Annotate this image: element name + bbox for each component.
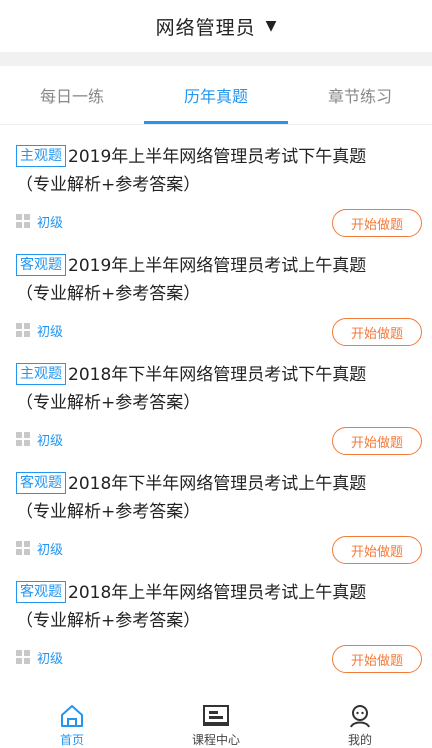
- exam-title: 客观题 2018年下半年网络管理员考试上午真题: [16, 470, 432, 498]
- exam-title-text: 2019年上半年网络管理员考试下午真题: [68, 147, 367, 167]
- nav-home-label: 首页: [59, 733, 84, 747]
- exam-subtitle: （专业解析+参考答案）: [16, 284, 201, 304]
- level-label: 初级: [37, 324, 64, 340]
- level-label: 初级: [37, 651, 64, 667]
- list-item[interactable]: 客观题 2018年上半年网络管理员考试上午真题 （专业解析+参考答案） 初级 开始…: [16, 561, 432, 673]
- exam-subtitle: （专业解析+参考答案）: [16, 393, 201, 413]
- nav-course-center[interactable]: 课程中心: [144, 698, 288, 748]
- nav-course-label: 课程中心: [191, 733, 240, 747]
- exam-subtitle: （专业解析+参考答案）: [16, 175, 201, 195]
- profile-icon: [347, 702, 373, 729]
- exam-title: 主观题 2019年上半年网络管理员考试下午真题: [16, 143, 432, 171]
- start-practice-button[interactable]: 开始做题: [332, 427, 422, 455]
- dropdown-caret-icon[interactable]: ▼: [266, 18, 277, 34]
- list-item[interactable]: 主观题 2018年下半年网络管理员考试下午真题 （专业解析+参考答案） 初级 开始…: [16, 343, 432, 455]
- level-grid-icon: [16, 432, 30, 446]
- tab-daily-practice[interactable]: 每日一练: [0, 66, 144, 124]
- exam-title: 主观题 2018年下半年网络管理员考试下午真题: [16, 361, 432, 389]
- start-practice-button[interactable]: 开始做题: [332, 536, 422, 564]
- exam-title-text: 2018年下半年网络管理员考试上午真题: [68, 474, 367, 494]
- list-item[interactable]: 客观题 2018年下半年网络管理员考试上午真题 （专业解析+参考答案） 初级 开始…: [16, 452, 432, 564]
- question-type-tag: 主观题: [16, 363, 66, 385]
- tab-past-exams[interactable]: 历年真题: [144, 66, 288, 124]
- level-grid-icon: [16, 323, 30, 337]
- exam-list: 主观题 2019年上半年网络管理员考试下午真题 （专业解析+参考答案） 初级 开始…: [0, 125, 432, 673]
- exam-title-text: 2018年上半年网络管理员考试上午真题: [68, 583, 367, 603]
- level-label: 初级: [37, 542, 64, 558]
- exam-title: 客观题 2018年上半年网络管理员考试上午真题: [16, 579, 432, 607]
- nav-profile-label: 我的: [347, 733, 372, 747]
- app-header: 网络管理员 ▼: [0, 0, 432, 52]
- level-grid-icon: [16, 214, 30, 228]
- tab-chapter-practice[interactable]: 章节练习: [288, 66, 432, 124]
- exam-subtitle: （专业解析+参考答案）: [16, 502, 201, 522]
- start-practice-button[interactable]: 开始做题: [332, 318, 422, 346]
- level-grid-icon: [16, 541, 30, 555]
- level-label: 初级: [37, 433, 64, 449]
- header-divider: [0, 52, 432, 66]
- course-icon: [202, 702, 230, 729]
- exam-subtitle: （专业解析+参考答案）: [16, 611, 201, 631]
- level-label: 初级: [37, 215, 64, 231]
- tab-bar: 每日一练 历年真题 章节练习: [0, 66, 432, 125]
- question-type-tag: 主观题: [16, 145, 66, 167]
- list-item[interactable]: 客观题 2019年上半年网络管理员考试上午真题 （专业解析+参考答案） 初级 开始…: [16, 234, 432, 346]
- question-type-tag: 客观题: [16, 472, 66, 494]
- exam-title: 客观题 2019年上半年网络管理员考试上午真题: [16, 252, 432, 280]
- header-title[interactable]: 网络管理员: [156, 13, 256, 40]
- list-item[interactable]: 主观题 2019年上半年网络管理员考试下午真题 （专业解析+参考答案） 初级 开始…: [16, 125, 432, 237]
- start-practice-button[interactable]: 开始做题: [332, 645, 422, 673]
- exam-title-text: 2018年下半年网络管理员考试下午真题: [68, 365, 367, 385]
- exam-title-text: 2019年上半年网络管理员考试上午真题: [68, 256, 367, 276]
- bottom-nav: 首页 课程中心 我的: [0, 698, 432, 748]
- home-icon: [59, 702, 85, 729]
- nav-home[interactable]: 首页: [0, 698, 144, 748]
- nav-profile[interactable]: 我的: [288, 698, 432, 748]
- level-grid-icon: [16, 650, 30, 664]
- question-type-tag: 客观题: [16, 581, 66, 603]
- start-practice-button[interactable]: 开始做题: [332, 209, 422, 237]
- question-type-tag: 客观题: [16, 254, 66, 276]
